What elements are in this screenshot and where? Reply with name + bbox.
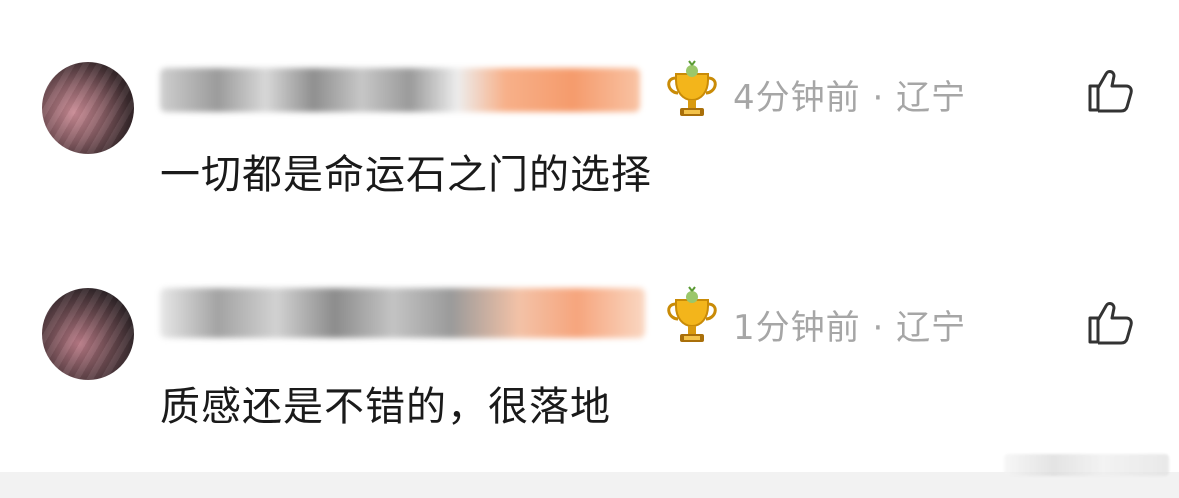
- username-redacted[interactable]: [160, 288, 645, 338]
- username-redacted[interactable]: [160, 68, 640, 112]
- comment-item: 1分钟前 · 辽宁 质感还是不错的，很落地: [0, 228, 1179, 448]
- trophy-badge-icon: [667, 60, 717, 116]
- comment-time: 4分钟前: [733, 78, 861, 118]
- comment-time: 1分钟前: [733, 308, 861, 348]
- comment-meta: 4分钟前 · 辽宁: [733, 70, 966, 119]
- meta-separator: ·: [860, 78, 897, 118]
- trophy-badge-icon: [667, 286, 717, 342]
- thumbs-up-icon[interactable]: [1086, 64, 1136, 114]
- thumbs-up-icon[interactable]: [1086, 296, 1136, 346]
- watermark-redacted: [1004, 454, 1169, 476]
- avatar[interactable]: [42, 62, 134, 154]
- avatar[interactable]: [42, 288, 134, 380]
- comment-text: 一切都是命运石之门的选择: [160, 152, 652, 198]
- comment-item: 4分钟前 · 辽宁 一切都是命运石之门的选择: [0, 0, 1179, 220]
- comment-location: 辽宁: [896, 308, 967, 348]
- footer-bar: [0, 472, 1179, 498]
- comment-text: 质感还是不错的，很落地: [160, 384, 611, 430]
- comment-meta: 1分钟前 · 辽宁: [733, 300, 966, 349]
- comment-location: 辽宁: [896, 78, 967, 118]
- meta-separator: ·: [860, 308, 897, 348]
